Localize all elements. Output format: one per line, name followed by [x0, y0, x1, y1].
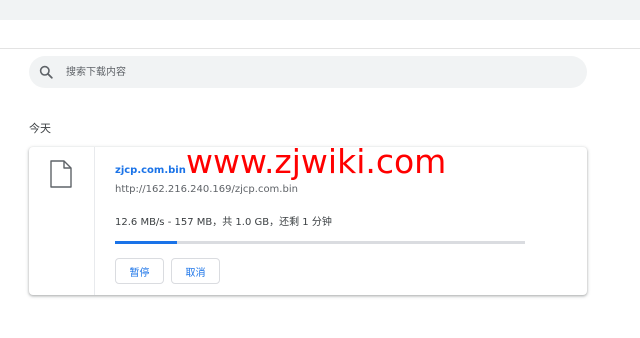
download-status-text: 12.6 MB/s - 157 MB，共 1.0 GB，还剩 1 分钟 [115, 217, 332, 228]
watermark-text: www.zjwiki.com [186, 142, 447, 181]
download-progress-bar [115, 241, 525, 244]
cancel-button[interactable]: 取消 [171, 258, 220, 284]
download-source-url[interactable]: http://162.216.240.169/zjcp.com.bin [115, 184, 298, 195]
download-progress-fill [115, 241, 177, 244]
top-bar [0, 0, 640, 20]
date-section-label: 今天 [29, 122, 51, 135]
header-divider [0, 48, 640, 49]
download-filename-link[interactable]: zjcp.com.bin [115, 165, 186, 176]
search-input[interactable] [66, 63, 566, 81]
search-bar[interactable] [29, 56, 587, 88]
pause-button[interactable]: 暂停 [115, 258, 164, 284]
download-item-icon-column [29, 147, 95, 295]
file-icon [50, 160, 72, 188]
search-icon [39, 65, 53, 79]
